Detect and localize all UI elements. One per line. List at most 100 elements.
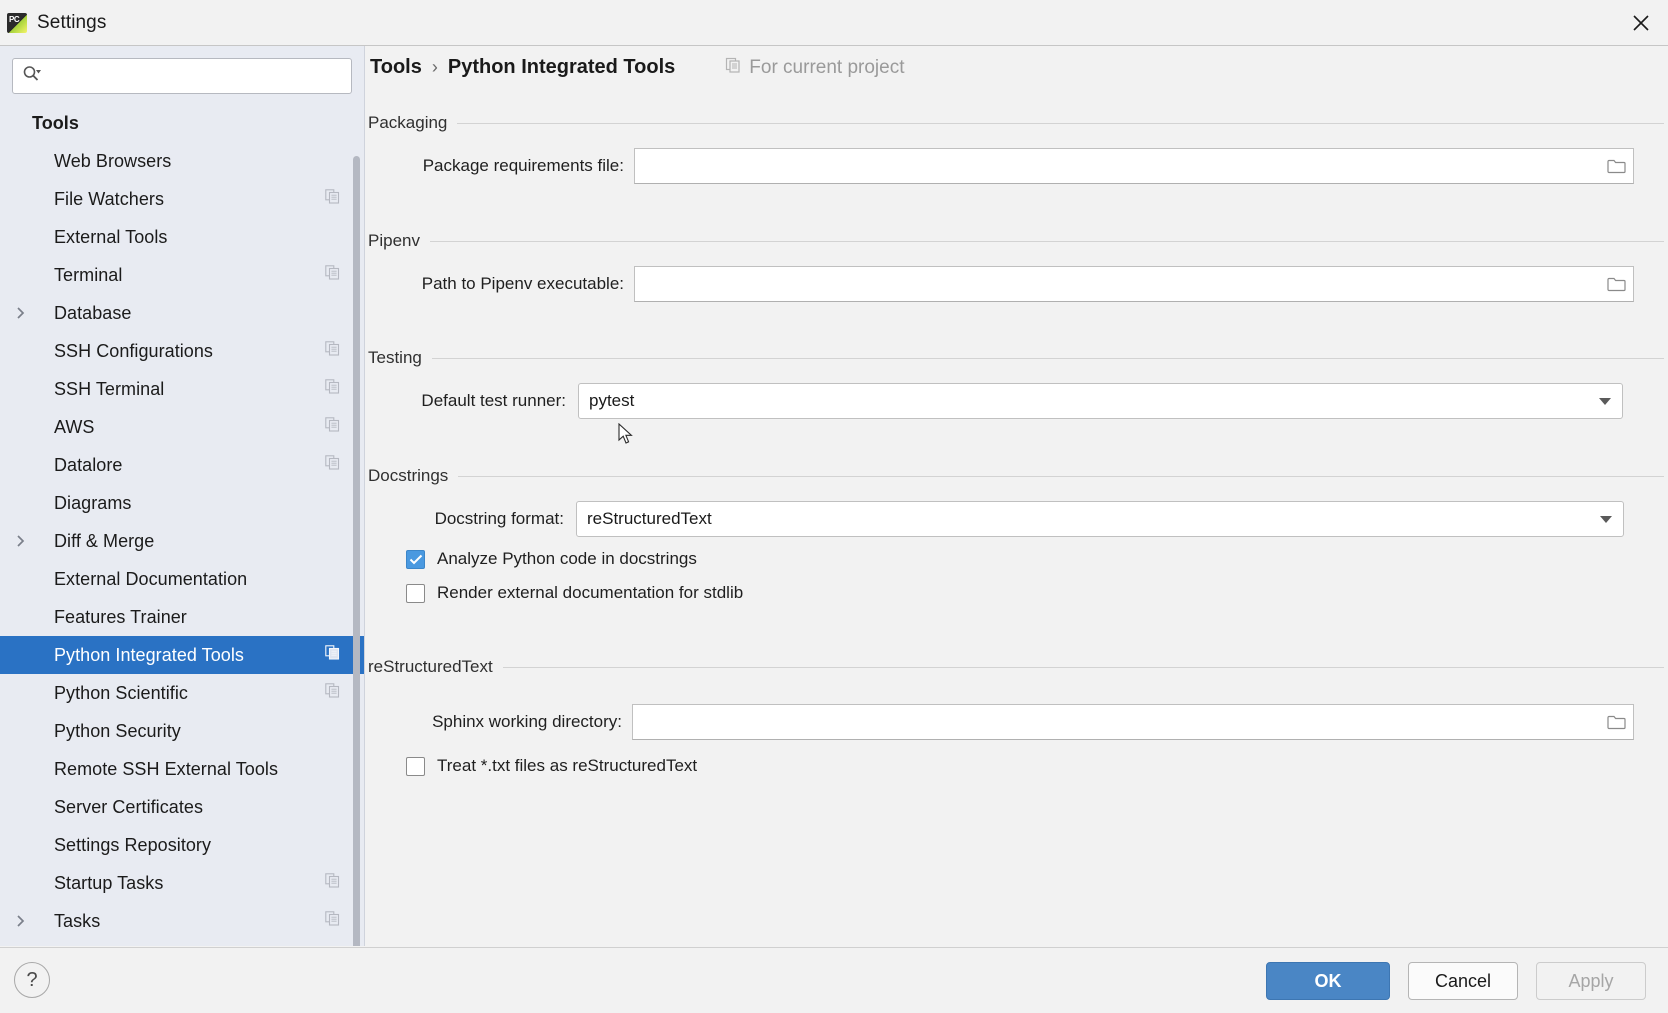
apply-button[interactable]: Apply — [1536, 962, 1646, 1000]
default-test-runner-label: Default test runner: — [368, 391, 566, 411]
project-scope-icon — [325, 455, 340, 475]
sidebar-item-label: Web Browsers — [54, 151, 171, 172]
testing-section-header: Testing — [368, 347, 1664, 369]
project-scope-icon — [325, 341, 340, 361]
sphinx-working-directory-input[interactable] — [633, 705, 1599, 739]
default-test-runner-value: pytest — [579, 391, 1588, 411]
docstrings-section-header: Docstrings — [368, 465, 1664, 487]
sidebar-item-database[interactable]: Database — [0, 294, 364, 332]
sidebar-item-datalore[interactable]: Datalore — [0, 446, 364, 484]
docstrings-title: Docstrings — [368, 466, 458, 486]
sidebar-item-aws[interactable]: AWS — [0, 408, 364, 446]
search-input[interactable] — [45, 59, 343, 93]
sidebar-item-label: External Documentation — [54, 569, 247, 590]
project-scope-icon — [325, 873, 340, 893]
render-external-docs-checkbox[interactable] — [406, 584, 425, 603]
sidebar-item-label: Server Certificates — [54, 797, 203, 818]
sidebar-item-remote-ssh-external-tools[interactable]: Remote SSH External Tools — [0, 750, 364, 788]
sidebar-item-python-security[interactable]: Python Security — [0, 712, 364, 750]
mouse-cursor-icon — [618, 423, 635, 451]
sidebar-item-label: Startup Tasks — [54, 873, 163, 894]
help-button[interactable]: ? — [14, 962, 50, 998]
treat-txt-as-rst-checkbox[interactable] — [406, 757, 425, 776]
section-pipenv: Pipenv Path to Pipenv executable: — [368, 230, 1664, 302]
sidebar-item-startup-tasks[interactable]: Startup Tasks — [0, 864, 364, 902]
logo-text: PC — [9, 15, 19, 24]
ok-button[interactable]: OK — [1266, 962, 1390, 1000]
analyze-docstrings-checkbox[interactable] — [406, 550, 425, 569]
docstrings-divider — [458, 476, 1664, 477]
treat-txt-as-rst-row[interactable]: Treat *.txt files as reStructuredText — [406, 756, 1664, 776]
sidebar-item-server-certificates[interactable]: Server Certificates — [0, 788, 364, 826]
title-bar: PC Settings — [0, 0, 1668, 46]
project-scope-icon — [325, 189, 340, 209]
sidebar-item-web-browsers[interactable]: Web Browsers — [0, 142, 364, 180]
sidebar-item-python-integrated-tools[interactable]: Python Integrated Tools — [0, 636, 364, 674]
sidebar-item-external-documentation[interactable]: External Documentation — [0, 560, 364, 598]
sidebar-item-features-trainer[interactable]: Features Trainer — [0, 598, 364, 636]
sidebar-item-terminal[interactable]: Terminal — [0, 256, 364, 294]
folder-browse-icon[interactable] — [1599, 267, 1633, 301]
chevron-right-icon[interactable] — [10, 534, 32, 548]
window-title: Settings — [37, 12, 106, 34]
sidebar-item-label: SSH Configurations — [54, 341, 213, 362]
pipenv-path-field[interactable] — [634, 266, 1634, 302]
sidebar-item-file-watchers[interactable]: File Watchers — [0, 180, 364, 218]
sidebar-scrollbar-thumb[interactable] — [353, 156, 360, 946]
restructuredtext-section-header: reStructuredText — [368, 656, 1664, 678]
docstring-format-select[interactable]: reStructuredText — [576, 501, 1624, 537]
sidebar-item-settings-repository[interactable]: Settings Repository — [0, 826, 364, 864]
breadcrumb-root[interactable]: Tools — [370, 56, 422, 79]
package-requirements-input[interactable] — [635, 149, 1599, 183]
pipenv-path-label: Path to Pipenv executable: — [368, 274, 624, 294]
analyze-docstrings-label: Analyze Python code in docstrings — [437, 549, 697, 569]
sidebar-item-python-scientific[interactable]: Python Scientific — [0, 674, 364, 712]
chevron-right-icon[interactable] — [10, 306, 32, 320]
folder-browse-icon[interactable] — [1599, 705, 1633, 739]
sidebar-item-label: Features Trainer — [54, 607, 187, 628]
pipenv-section-header: Pipenv — [368, 230, 1664, 252]
sidebar-item-label: Remote SSH External Tools — [54, 759, 278, 780]
analyze-docstrings-row[interactable]: Analyze Python code in docstrings — [406, 549, 1664, 569]
chevron-down-icon[interactable] — [1589, 515, 1623, 524]
cancel-button[interactable]: Cancel — [1408, 962, 1518, 1000]
sidebar-item-ssh-terminal[interactable]: SSH Terminal — [0, 370, 364, 408]
settings-tree: Tools Web Browsers File Watchers External T… — [0, 104, 364, 940]
sidebar-item-ssh-configurations[interactable]: SSH Configurations — [0, 332, 364, 370]
breadcrumb-current: Python Integrated Tools — [448, 56, 675, 79]
for-current-project: For current project — [725, 57, 904, 79]
chevron-down-icon[interactable] — [1588, 397, 1622, 406]
section-docstrings: Docstrings Docstring format: reStructure… — [368, 465, 1664, 603]
sidebar-scrollbar-track[interactable] — [355, 98, 362, 944]
close-icon[interactable] — [1614, 0, 1668, 45]
sidebar-item-diff-merge[interactable]: Diff & Merge — [0, 522, 364, 560]
search-box[interactable] — [12, 58, 352, 94]
render-external-docs-row[interactable]: Render external documentation for stdlib — [406, 583, 1664, 603]
breadcrumb-separator-icon: › — [432, 57, 438, 78]
dialog-footer: ? OK Cancel Apply — [0, 947, 1668, 1013]
sidebar-item-label: Python Integrated Tools — [54, 645, 244, 666]
sidebar-item-label: External Tools — [54, 227, 167, 248]
testing-title: Testing — [368, 348, 432, 368]
default-test-runner-select[interactable]: pytest — [578, 383, 1623, 419]
restructuredtext-divider — [503, 667, 1664, 668]
sidebar-item-label: AWS — [54, 417, 94, 438]
pipenv-path-input[interactable] — [635, 267, 1599, 301]
folder-browse-icon[interactable] — [1599, 149, 1633, 183]
chevron-right-icon[interactable] — [10, 914, 32, 928]
sidebar-item-diagrams[interactable]: Diagrams — [0, 484, 364, 522]
project-scope-icon — [325, 379, 340, 399]
sidebar-item-tools[interactable]: Tools — [0, 104, 364, 142]
sidebar-item-label: SSH Terminal — [54, 379, 164, 400]
package-requirements-field[interactable] — [634, 148, 1634, 184]
pipenv-path-row: Path to Pipenv executable: — [368, 266, 1664, 302]
packaging-title: Packaging — [368, 113, 457, 133]
breadcrumb: Tools › Python Integrated Tools For curr… — [370, 56, 905, 96]
sidebar-item-tasks[interactable]: Tasks — [0, 902, 364, 940]
copy-scope-icon — [725, 57, 741, 79]
project-scope-icon — [325, 645, 340, 665]
sphinx-working-directory-field[interactable] — [632, 704, 1634, 740]
sidebar-item-external-tools[interactable]: External Tools — [0, 218, 364, 256]
project-scope-icon — [325, 417, 340, 437]
for-current-project-label: For current project — [749, 57, 904, 79]
